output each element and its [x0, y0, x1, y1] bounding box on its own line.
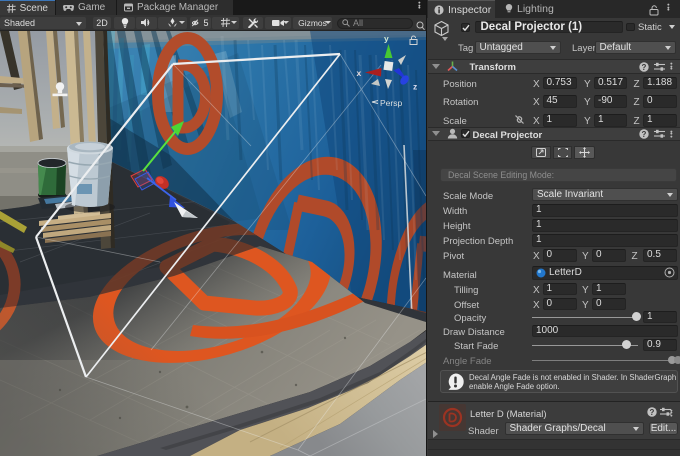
svg-text:z: z — [413, 82, 417, 92]
svg-text:?: ? — [650, 408, 655, 417]
svg-text:y: y — [384, 34, 389, 44]
svg-text:x: x — [357, 68, 362, 78]
svg-text:?: ? — [642, 130, 647, 139]
svg-text:Persp: Persp — [380, 98, 402, 108]
svg-text:?: ? — [642, 62, 647, 71]
